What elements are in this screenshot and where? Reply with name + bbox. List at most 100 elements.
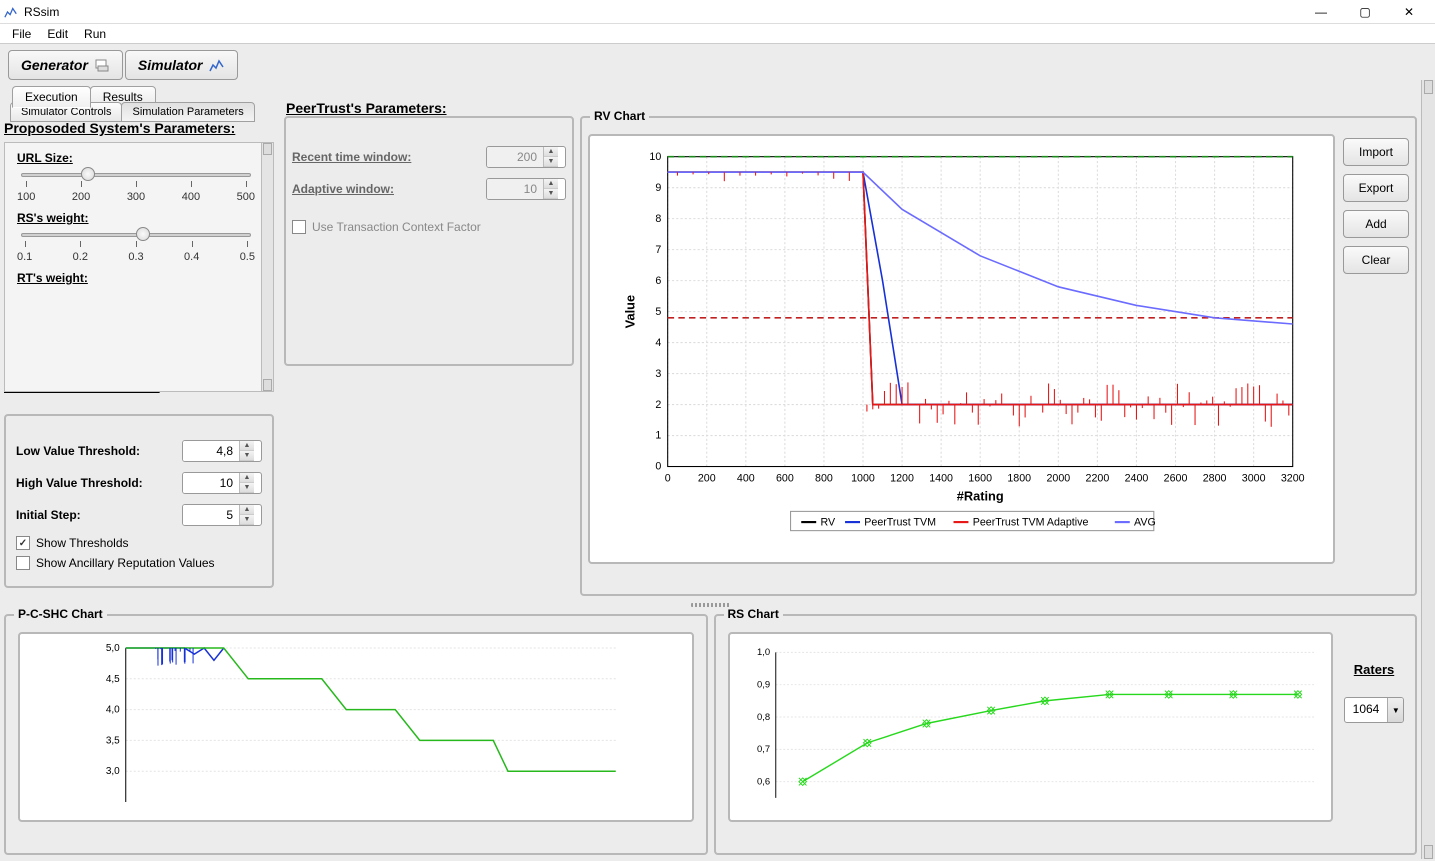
svg-text:2800: 2800 xyxy=(1203,472,1227,484)
high-threshold-spinner[interactable]: ▲▼ xyxy=(182,472,262,494)
svg-text:#Rating: #Rating xyxy=(957,489,1004,504)
main-area: Execution Results Simulator Controls Sim… xyxy=(0,80,1435,859)
svg-text:5,0: 5,0 xyxy=(106,643,120,654)
eval-panel: Low Value Threshold: ▲▼ High Value Thres… xyxy=(4,414,274,588)
proposed-params-panel: Simulator Controls Simulation Parameters… xyxy=(4,116,274,366)
minimize-button[interactable]: — xyxy=(1299,1,1343,23)
spinner-up-icon[interactable]: ▲ xyxy=(544,147,558,157)
svg-text:3,5: 3,5 xyxy=(106,735,120,746)
recent-window-label: Recent time window: xyxy=(292,150,476,164)
high-threshold-input[interactable] xyxy=(183,473,239,493)
show-thresholds-checkbox[interactable] xyxy=(16,536,30,550)
svg-text:0,7: 0,7 xyxy=(756,744,769,755)
clear-button[interactable]: Clear xyxy=(1343,246,1409,274)
svg-text:600: 600 xyxy=(776,472,794,484)
initial-step-spinner[interactable]: ▲▼ xyxy=(182,504,262,526)
proposed-scrollbar[interactable] xyxy=(261,143,273,391)
spinner-up-icon[interactable]: ▲ xyxy=(240,441,254,451)
svg-text:2200: 2200 xyxy=(1086,472,1110,484)
rv-chart-area: 0200400600800100012001400160018002000220… xyxy=(588,134,1335,564)
rs-weight-label: RS's weight: xyxy=(17,211,255,225)
adaptive-window-input[interactable] xyxy=(487,179,543,199)
menu-edit[interactable]: Edit xyxy=(39,25,76,43)
svg-text:800: 800 xyxy=(815,472,833,484)
svg-text:AVG: AVG xyxy=(1134,516,1156,528)
spinner-down-icon[interactable]: ▼ xyxy=(240,451,254,461)
svg-text:6: 6 xyxy=(655,275,661,287)
svg-text:4,0: 4,0 xyxy=(106,705,120,716)
recent-window-input[interactable] xyxy=(487,147,543,167)
main-scrollbar[interactable] xyxy=(1421,80,1435,859)
spinner-up-icon[interactable]: ▲ xyxy=(240,473,254,483)
adaptive-window-label: Adaptive window: xyxy=(292,182,476,196)
maximize-button[interactable]: ▢ xyxy=(1343,1,1387,23)
initial-step-input[interactable] xyxy=(183,505,239,525)
svg-text:7: 7 xyxy=(655,244,661,256)
spinner-up-icon[interactable]: ▲ xyxy=(240,505,254,515)
svg-text:2400: 2400 xyxy=(1125,472,1149,484)
svg-text:2: 2 xyxy=(655,399,661,411)
menu-run[interactable]: Run xyxy=(76,25,114,43)
url-size-thumb[interactable] xyxy=(81,167,95,181)
svg-text:0: 0 xyxy=(665,472,671,484)
spinner-down-icon[interactable]: ▼ xyxy=(544,157,558,167)
tool-tabs-row: Generator Simulator xyxy=(0,44,1435,80)
svg-text:0: 0 xyxy=(655,461,661,473)
menu-file[interactable]: File xyxy=(4,25,39,43)
chevron-down-icon[interactable]: ▼ xyxy=(1387,698,1403,722)
rt-weight-label: RT's weight: xyxy=(17,271,255,285)
inner-tab-params[interactable]: Simulation Parameters xyxy=(121,102,254,122)
svg-text:5: 5 xyxy=(655,306,661,318)
add-button[interactable]: Add xyxy=(1343,210,1409,238)
split-grip[interactable] xyxy=(4,602,1417,608)
rs-chart-area: 0,60,70,80,91,0 xyxy=(728,632,1334,822)
generator-icon xyxy=(94,57,110,73)
window-title: RSsim xyxy=(24,5,59,19)
low-threshold-spinner[interactable]: ▲▼ xyxy=(182,440,262,462)
svg-text:400: 400 xyxy=(737,472,755,484)
close-button[interactable]: ✕ xyxy=(1387,1,1431,23)
high-threshold-label: High Value Threshold: xyxy=(16,476,172,490)
show-ancillary-checkbox[interactable] xyxy=(16,556,30,570)
pcshc-chart-area: 3,03,54,04,55,0 xyxy=(18,632,694,822)
tab-simulator-label: Simulator xyxy=(138,57,203,73)
svg-text:4,5: 4,5 xyxy=(106,674,120,685)
initial-step-label: Initial Step: xyxy=(16,508,172,522)
low-threshold-label: Low Value Threshold: xyxy=(16,444,172,458)
svg-text:1,0: 1,0 xyxy=(756,647,769,658)
recent-window-spinner[interactable]: ▲▼ xyxy=(486,146,566,168)
pcshc-chart-title: P-C-SHC Chart xyxy=(14,607,107,621)
rv-chart-svg: 0200400600800100012001400160018002000220… xyxy=(600,146,1323,552)
show-ancillary-label: Show Ancillary Reputation Values xyxy=(36,556,215,570)
spinner-up-icon[interactable]: ▲ xyxy=(544,179,558,189)
rs-weight-thumb[interactable] xyxy=(136,227,150,241)
spinner-down-icon[interactable]: ▼ xyxy=(240,483,254,493)
import-button[interactable]: Import xyxy=(1343,138,1409,166)
url-size-label: URL Size: xyxy=(17,151,255,165)
svg-text:8: 8 xyxy=(655,213,661,225)
export-button[interactable]: Export xyxy=(1343,174,1409,202)
low-threshold-input[interactable] xyxy=(183,441,239,461)
spinner-down-icon[interactable]: ▼ xyxy=(240,515,254,525)
svg-text:1: 1 xyxy=(655,430,661,442)
simulator-icon xyxy=(209,57,225,73)
peertrust-title: PeerTrust's Parameters: xyxy=(286,100,447,116)
svg-text:0,8: 0,8 xyxy=(756,712,769,723)
adaptive-window-spinner[interactable]: ▲▼ xyxy=(486,178,566,200)
svg-text:Value: Value xyxy=(623,295,638,328)
subtab-execution[interactable]: Execution xyxy=(12,86,91,108)
svg-text:1800: 1800 xyxy=(1007,472,1031,484)
svg-text:1600: 1600 xyxy=(968,472,992,484)
raters-select[interactable]: 1064 ▼ xyxy=(1344,697,1405,723)
tab-generator-label: Generator xyxy=(21,57,88,73)
tab-generator[interactable]: Generator xyxy=(8,50,123,80)
svg-text:200: 200 xyxy=(698,472,716,484)
pcshc-chart-panel: P-C-SHC Chart 3,03,54,04,55,0 xyxy=(4,614,708,855)
tab-simulator[interactable]: Simulator xyxy=(125,50,238,80)
svg-text:0,9: 0,9 xyxy=(756,680,769,691)
spinner-down-icon[interactable]: ▼ xyxy=(544,189,558,199)
use-context-checkbox[interactable] xyxy=(292,220,306,234)
svg-text:3: 3 xyxy=(655,368,661,380)
svg-text:10: 10 xyxy=(649,151,661,163)
rs-chart-svg: 0,60,70,80,91,0 xyxy=(738,642,1324,812)
